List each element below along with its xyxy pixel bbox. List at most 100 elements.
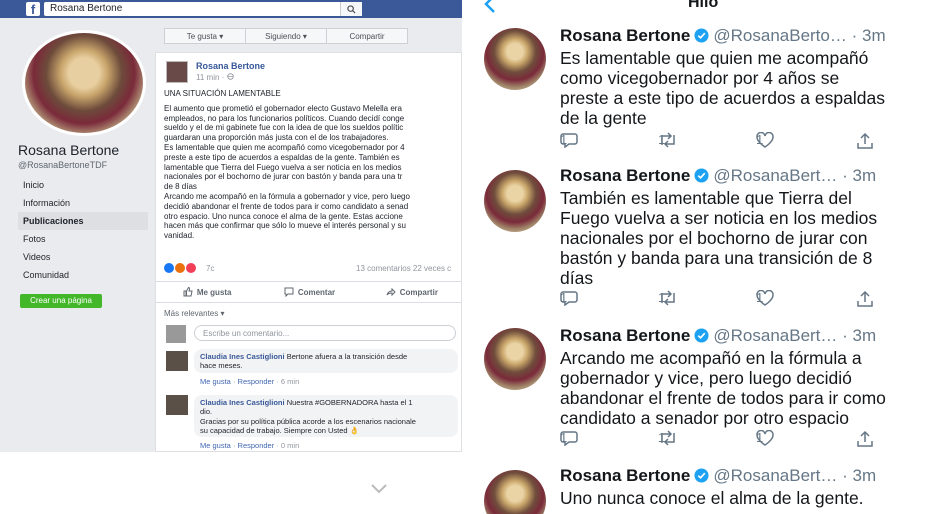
tweet-time: · 3m [851,26,886,45]
share-icon [857,132,873,149]
comment-input[interactable]: Escribe un comentario... [194,325,456,341]
tweet-author[interactable]: Rosana Bertone [560,466,690,485]
search-button[interactable] [340,2,362,16]
search-icon [347,4,356,14]
post-author-avatar[interactable] [166,61,188,83]
comment-text: Gracias por su política pública acorde a… [200,416,416,426]
verified-badge-icon [694,168,709,183]
retweet-count: 1 [658,132,666,147]
nav-item-comunidad[interactable]: Comunidad [18,266,148,284]
facebook-logo-icon[interactable]: f [26,2,40,16]
tweet-author[interactable]: Rosana Bertone [560,26,690,45]
globe-icon [226,73,234,80]
share-label: Compartir [399,287,438,297]
page-nav: Inicio Información Publicaciones Fotos V… [18,176,148,284]
comment-author[interactable]: Claudia Ines Castiglioni [200,398,285,407]
reply-count: 1 [560,290,568,305]
comment-author[interactable]: Claudia Ines Castiglioni [200,352,285,361]
page-actions: Te gusta ▾ Siguiendo ▾ Compartir [164,28,408,44]
like-post-button[interactable]: Me gusta [156,282,258,302]
comment-text: hace meses. [200,361,243,371]
tweet-header: Rosana Bertone @RosanaBert… · 3m [560,166,876,186]
comment-post-button[interactable]: Comentar [258,282,360,302]
comment-text: Nuestra #GOBERNADORA hasta el 1 [286,398,413,407]
like-count: 1 [756,430,764,445]
love-reaction-icon [186,263,196,273]
profile-photo[interactable] [22,30,146,136]
create-page-button[interactable]: Crear una página [20,294,102,308]
reply-button[interactable]: 1 [560,132,578,148]
share-icon [857,430,873,447]
comment-reply-link[interactable]: Responder [238,377,275,386]
share-button[interactable] [856,290,874,308]
commenter-avatar[interactable] [166,351,188,371]
angry-reaction-icon [175,263,185,273]
like-page-button[interactable]: Te gusta ▾ [165,29,246,43]
profile-handle: @RosanaBertoneTDF [18,160,108,170]
search-input[interactable]: Rosana Bertone [44,2,362,16]
share-page-button[interactable]: Compartir [327,29,407,43]
comment-like-link[interactable]: Me gusta [200,377,231,386]
verified-badge-icon [694,468,709,483]
retweet-button[interactable]: 1 [658,430,678,446]
like-count: 1 [756,132,764,147]
facebook-post: Rosana Bertone 11 min · UNA SITUACIÓN LA… [155,52,462,452]
tweet-avatar[interactable] [484,470,546,514]
share-button[interactable] [856,132,874,150]
reaction-count[interactable]: 7c [206,264,214,273]
commenter-avatar[interactable] [166,395,188,415]
retweet-button[interactable]: 1 [658,132,678,148]
nav-item-publicaciones[interactable]: Publicaciones [18,212,148,230]
post-line: empleados, no para los funcionarios polí… [164,113,405,123]
reply-button[interactable]: 1 [560,290,578,306]
comment-text: su capacidad de trabajo. Siempre con Ust… [200,426,360,436]
reply-button[interactable]: 1 [560,430,578,446]
retweet-count: 1 [658,290,666,305]
comment: Claudia Ines Castiglioni Bertone afuera … [194,349,458,373]
tweet-avatar[interactable] [484,328,546,390]
verified-badge-icon [694,28,709,43]
comments-shares-count[interactable]: 13 comentarios 22 veces c [356,264,451,273]
nav-item-fotos[interactable]: Fotos [18,230,148,248]
tweet-actions: 1 1 1 [560,290,900,310]
tweet-text: Uno nunca conoce el alma de la gente. [560,488,864,508]
tweet-avatar[interactable] [484,28,546,90]
tweet-avatar[interactable] [484,170,546,232]
post-line: Arcando me acompañó en la fórmula a gobe… [164,191,410,201]
back-arrow-icon[interactable] [480,0,500,14]
facebook-screenshot: f Rosana Bertone Rosana Bertone @RosanaB… [0,0,462,452]
like-button[interactable]: 1 [756,430,774,446]
comment-time: 6 min [280,377,300,386]
comment-like-link[interactable]: Me gusta [200,441,231,450]
reaction-icons [164,263,197,273]
following-button[interactable]: Siguiendo ▾ [246,29,327,43]
nav-item-videos[interactable]: Videos [18,248,148,266]
post-line: vanidad. [164,231,195,241]
post-line: de 8 días [164,182,197,192]
like-button[interactable]: 1 [756,132,774,148]
retweet-button[interactable]: 1 [658,290,678,306]
comment-meta: Me gusta · Responder · 6 min [200,377,300,386]
share-button[interactable] [856,430,874,448]
comment-reply-link[interactable]: Responder [238,441,275,450]
tweet-handle: @RosanaBerto… [713,26,847,45]
post-line: El aumento que prometió el gobernador el… [164,103,402,113]
retweet-count: 1 [658,430,666,445]
share-post-button[interactable]: Compartir [361,282,461,302]
post-author[interactable]: Rosana Bertone [196,61,265,71]
post-line: otro espacio. Uno nunca conoce el alma d… [164,211,403,221]
reactions-summary[interactable]: 7c 13 comentarios 22 veces c [164,263,461,275]
comment-sort[interactable]: Más relevantes ▾ [164,309,224,318]
tweet-actions: 1 1 1 [560,132,900,152]
tweet-author[interactable]: Rosana Bertone [560,326,690,345]
tweet-header: Rosana Bertone @RosanaBerto… · 3m [560,26,886,46]
nav-item-inicio[interactable]: Inicio [18,176,148,194]
post-line: hacen más que confirmar que sólo lo muev… [164,221,406,231]
tweet-author[interactable]: Rosana Bertone [560,166,690,185]
comment-meta: Me gusta · Responder · 0 min [200,441,300,450]
nav-item-informacion[interactable]: Información [18,194,148,212]
like-button[interactable]: 1 [756,290,774,306]
tweet-header: Rosana Bertone @RosanaBert… · 3m [560,466,876,486]
tweet-handle: @RosanaBert… [713,466,838,485]
chevron-down-icon[interactable] [370,482,388,496]
